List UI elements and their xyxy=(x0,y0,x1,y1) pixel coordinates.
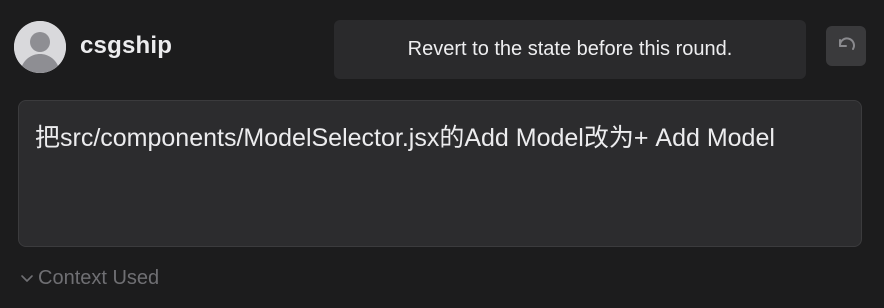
user-avatar-icon xyxy=(14,21,66,73)
revert-tooltip: Revert to the state before this round. xyxy=(334,20,806,79)
user-message-text: 把src/components/ModelSelector.jsx的Add Mo… xyxy=(35,124,775,152)
revert-button[interactable] xyxy=(826,26,866,66)
undo-icon xyxy=(834,32,858,61)
user-message: 把src/components/ModelSelector.jsx的Add Mo… xyxy=(18,100,862,247)
revert-tooltip-text: Revert to the state before this round. xyxy=(407,38,733,60)
context-used-label: Context Used xyxy=(38,266,160,289)
username: csgship xyxy=(80,32,173,59)
chevron-down-icon xyxy=(18,265,36,291)
context-used-toggle[interactable]: Context Used xyxy=(18,265,159,291)
